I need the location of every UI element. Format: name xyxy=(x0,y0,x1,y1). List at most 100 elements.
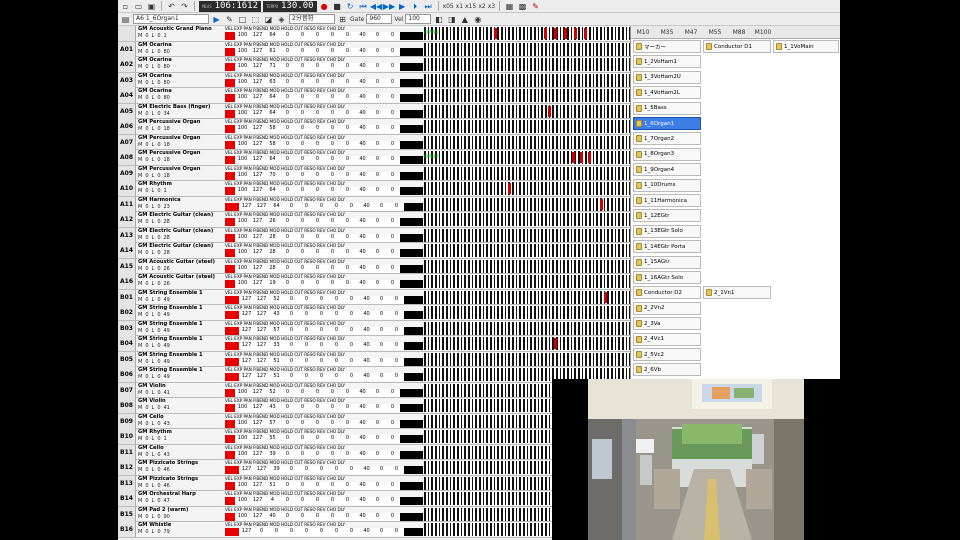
lock-toggle[interactable]: L xyxy=(152,405,155,412)
track-instrument[interactable]: GM Ocarina xyxy=(138,88,224,95)
lock-toggle[interactable]: L xyxy=(152,219,155,226)
lock-toggle[interactable]: L xyxy=(152,467,155,474)
volume-value[interactable]: 0 xyxy=(157,33,160,40)
ctl-value[interactable]: 100 xyxy=(235,264,250,273)
ctl-value[interactable]: 0 xyxy=(340,125,355,133)
track-instrument[interactable]: GM Pizzicato Strings xyxy=(138,476,224,483)
ctl-value[interactable]: 127 xyxy=(254,202,269,211)
ctl-value[interactable]: 127 xyxy=(254,357,269,366)
ctl-value[interactable]: 0 xyxy=(284,202,299,211)
mute-toggle[interactable]: M xyxy=(138,235,142,242)
play-from-icon[interactable]: ⏵ xyxy=(410,1,421,12)
track-row[interactable]: A11 GM Harmonica M 0 L 0 23 VEL EXP PAN … xyxy=(118,196,630,212)
ctl-value[interactable]: 0 xyxy=(280,187,295,195)
ctl-value[interactable]: 40 xyxy=(355,450,370,459)
pc-value[interactable]: 28 xyxy=(164,250,170,257)
ctl-value[interactable]: 0 xyxy=(385,63,400,71)
ctl-value[interactable]: 40 xyxy=(359,373,374,381)
volume-value[interactable]: 0 xyxy=(157,483,160,490)
track-id[interactable]: A14 xyxy=(118,243,136,258)
ctl-value[interactable]: 0 xyxy=(325,280,340,288)
track-select[interactable]: A6 1_6Organ1 xyxy=(133,14,209,24)
track-instrument[interactable]: GM Violin xyxy=(138,398,224,405)
ctl-value[interactable]: 0 xyxy=(280,497,295,505)
ctl-value[interactable]: 57 xyxy=(269,326,284,335)
ctl-value[interactable]: 0 xyxy=(280,233,295,242)
mute-toggle[interactable]: M xyxy=(138,374,142,381)
ctl-value[interactable]: 0 xyxy=(385,47,400,56)
piano-roll-row[interactable] xyxy=(424,58,630,71)
ctl-value[interactable]: 0 xyxy=(340,280,355,288)
piano-roll-row[interactable] xyxy=(424,213,630,226)
ctl-value[interactable]: 40 xyxy=(355,218,370,226)
ctl-value[interactable]: 0 xyxy=(325,187,340,195)
ctl-value[interactable]: 0 xyxy=(310,481,325,490)
ctl-value[interactable]: 28 xyxy=(265,264,280,273)
ctl-value[interactable]: 127 xyxy=(250,497,265,505)
pc-value[interactable]: 49 xyxy=(164,343,170,350)
ctl-value[interactable]: 64 xyxy=(265,32,280,40)
ctl-value[interactable]: 0 xyxy=(385,156,400,164)
ctl-value[interactable]: 127 xyxy=(239,373,254,381)
rewind-start-icon[interactable]: ⏮ xyxy=(358,1,369,12)
ctl-value[interactable]: 0 xyxy=(310,187,325,195)
piano-roll-row[interactable] xyxy=(424,321,630,335)
ctl-value[interactable]: 0 xyxy=(325,233,340,242)
pc-value[interactable]: 49 xyxy=(164,359,170,366)
ctl-value[interactable]: 127 xyxy=(239,357,254,366)
ctl-value[interactable]: 0 xyxy=(314,357,329,366)
pc-value[interactable]: 28 xyxy=(164,235,170,242)
ctl-value[interactable]: 0 xyxy=(370,233,385,242)
ctl-value[interactable]: 0 xyxy=(295,512,310,521)
ctl-value[interactable]: 40 xyxy=(355,497,370,505)
ctl-value[interactable]: 0 xyxy=(325,156,340,164)
track-id[interactable]: B15 xyxy=(118,506,136,522)
pc-value[interactable]: 34 xyxy=(164,111,170,118)
ctl-value[interactable]: 0 xyxy=(344,357,359,366)
ctl-value[interactable]: 40 xyxy=(355,63,370,71)
ctl-value[interactable]: 0 xyxy=(370,171,385,180)
ctl-value[interactable]: 100 xyxy=(235,156,250,164)
ctl-value[interactable]: 0 xyxy=(310,125,325,133)
ctl-value[interactable]: 100 xyxy=(235,125,250,133)
ctl-value[interactable]: 0 xyxy=(329,342,344,350)
ctl-value[interactable]: 0 xyxy=(254,528,269,536)
track-id[interactable]: A15 xyxy=(118,258,136,274)
pc-value[interactable]: 41 xyxy=(164,390,170,397)
volume-value[interactable]: 0 xyxy=(157,188,160,195)
ctl-value[interactable]: 40 xyxy=(355,435,370,443)
ctl-value[interactable]: 0 xyxy=(370,218,385,226)
marker-item[interactable]: Conductor D1 xyxy=(703,40,771,53)
note-event[interactable] xyxy=(554,338,557,349)
marker-item[interactable]: 1_13EGtr Solo xyxy=(633,224,701,238)
ctl-value[interactable]: 0 xyxy=(325,218,340,226)
track-id[interactable]: A03 xyxy=(118,72,136,88)
track-id[interactable]: B10 xyxy=(118,429,136,444)
piano-roll-row[interactable] xyxy=(424,197,630,211)
ctl-value[interactable]: 0 xyxy=(299,528,314,536)
track-row[interactable]: B05 GM String Ensemble 1 M 0 L 0 49 VEL … xyxy=(118,351,630,367)
ctl-value[interactable]: 0 xyxy=(385,249,400,257)
note-event[interactable] xyxy=(584,28,587,39)
ctl-value[interactable]: 0 xyxy=(389,326,404,335)
volume-value[interactable]: 0 xyxy=(157,390,160,397)
track-id[interactable]: A16 xyxy=(118,274,136,289)
ctl-value[interactable]: 61 xyxy=(265,47,280,56)
ctl-value[interactable]: 0 xyxy=(325,140,340,149)
channel-value[interactable]: 0 xyxy=(145,498,148,505)
ctl-value[interactable]: 0 xyxy=(280,109,295,118)
ctl-value[interactable]: 100 xyxy=(235,404,250,412)
marker-item[interactable]: 1_5Bass xyxy=(633,101,701,115)
zoom-x15[interactable]: x15 xyxy=(465,3,476,10)
track-instrument[interactable]: GM Acoustic Guitar (steel) xyxy=(138,259,224,266)
ctl-value[interactable]: 0 xyxy=(314,373,329,381)
note-event[interactable] xyxy=(548,105,551,117)
track-id[interactable]: A04 xyxy=(118,88,136,103)
ctl-value[interactable]: 100 xyxy=(235,435,250,443)
ctl-value[interactable]: 100 xyxy=(235,233,250,242)
ctl-value[interactable]: 0 xyxy=(385,512,400,521)
ctl-value[interactable]: 0 xyxy=(340,78,355,87)
select-rect-icon[interactable]: □ xyxy=(237,14,248,25)
channel-value[interactable]: 0 xyxy=(145,390,148,397)
measure-marker[interactable]: M88 xyxy=(727,29,751,36)
